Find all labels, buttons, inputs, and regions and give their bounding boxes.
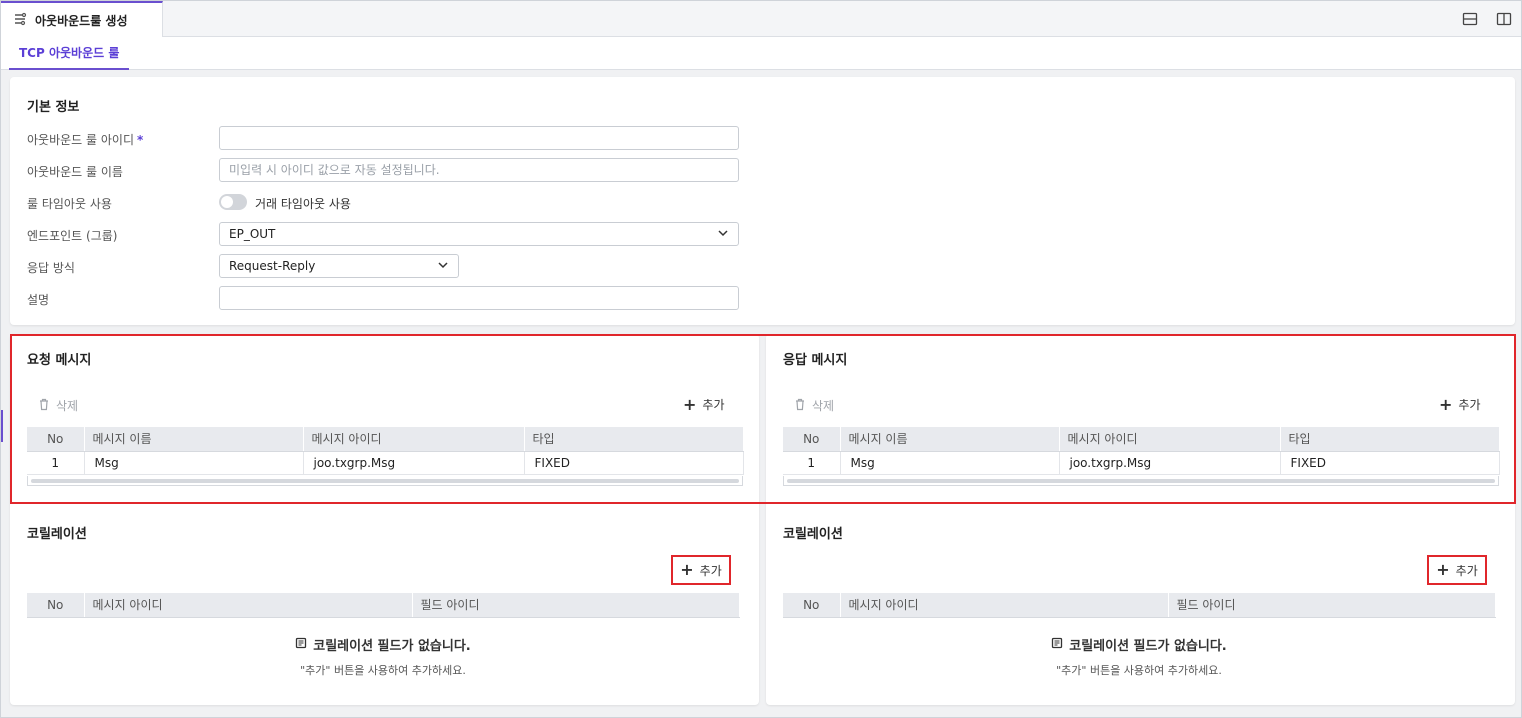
column-header[interactable]: 메시지 아이디 — [84, 593, 413, 618]
response-mode-select[interactable]: Request-Reply — [219, 254, 459, 278]
endpoint-value: EP_OUT — [229, 227, 276, 241]
empty-title: 코릴레이션 필드가 없습니다. — [1069, 639, 1227, 654]
timeout-toggle[interactable] — [219, 194, 247, 210]
rule-id-input[interactable] — [219, 126, 739, 150]
sub-tab-bar: TCP 아웃바운드 룰 — [1, 37, 1521, 70]
column-header[interactable]: 메시지 아이디 — [840, 593, 1169, 618]
document-icon — [295, 637, 307, 653]
column-header[interactable]: No — [27, 593, 85, 618]
response-mode-value: Request-Reply — [229, 259, 316, 273]
column-header[interactable]: No — [783, 593, 841, 618]
column-header[interactable]: 필드 아이디 — [1168, 593, 1496, 618]
rule-id-label: 아웃바운드 룰 아이디 * — [27, 133, 144, 147]
rule-name-input[interactable] — [219, 158, 739, 182]
tab-title: 아웃바운드룰 생성 — [35, 14, 128, 28]
endpoint-select[interactable]: EP_OUT — [219, 222, 739, 246]
app-frame: 아웃바운드룰 생성 TCP 아웃바운드 룰 기본 정보 아웃바운드 룰 아이디 *… — [0, 0, 1522, 718]
left-edge-marker — [1, 410, 3, 442]
description-input[interactable] — [219, 286, 739, 310]
timeout-toggle-label: 거래 타임아웃 사용 — [255, 197, 351, 211]
empty-hint: "추가" 버튼을 사용하여 추가하세요. — [1056, 664, 1222, 677]
response-correlation-empty: 코릴레이션 필드가 없습니다. "추가" 버튼을 사용하여 추가하세요. — [783, 635, 1495, 678]
column-header[interactable]: 필드 아이디 — [412, 593, 740, 618]
plus-icon: + — [680, 560, 694, 579]
chevron-down-icon — [717, 227, 729, 242]
timeout-label: 룰 타임아웃 사용 — [27, 197, 112, 211]
empty-hint: "추가" 버튼을 사용하여 추가하세요. — [300, 664, 466, 677]
request-correlation-table: No 메시지 아이디 필드 아이디 — [27, 593, 740, 618]
route-icon — [13, 12, 27, 29]
endpoint-label: 엔드포인트 (그룹) — [27, 229, 118, 243]
request-correlation-add-button[interactable]: + 추가 — [671, 555, 731, 585]
table-header-row: No 메시지 아이디 필드 아이디 — [27, 593, 740, 618]
description-label: 설명 — [27, 293, 50, 307]
basic-info-title: 기본 정보 — [27, 100, 80, 115]
request-correlation-title: 코릴레이션 — [27, 527, 87, 542]
plus-icon: + — [1436, 560, 1450, 579]
response-correlation-add-label: 추가 — [1455, 563, 1478, 578]
tab-bar: 아웃바운드룰 생성 — [1, 1, 1521, 38]
table-header-row: No 메시지 아이디 필드 아이디 — [783, 593, 1496, 618]
request-correlation-empty: 코릴레이션 필드가 없습니다. "추가" 버튼을 사용하여 추가하세요. — [27, 635, 739, 678]
highlight-box-messages — [10, 334, 1516, 504]
request-correlation-add-label: 추가 — [699, 563, 722, 578]
document-icon — [1051, 637, 1063, 653]
empty-title: 코릴레이션 필드가 없습니다. — [313, 639, 471, 654]
split-horizontal-icon[interactable] — [1462, 11, 1478, 27]
response-correlation-title: 코릴레이션 — [783, 527, 843, 542]
tab-tcp-outbound-rule[interactable]: TCP 아웃바운드 룰 — [9, 37, 130, 70]
tab-outbound-rule-create[interactable]: 아웃바운드룰 생성 — [1, 1, 163, 38]
response-correlation-add-button[interactable]: + 추가 — [1427, 555, 1487, 585]
response-correlation-table: No 메시지 아이디 필드 아이디 — [783, 593, 1496, 618]
chevron-down-icon — [437, 259, 449, 274]
response-mode-label: 응답 방식 — [27, 261, 75, 275]
rule-name-label: 아웃바운드 룰 이름 — [27, 165, 123, 179]
split-vertical-icon[interactable] — [1496, 11, 1512, 27]
